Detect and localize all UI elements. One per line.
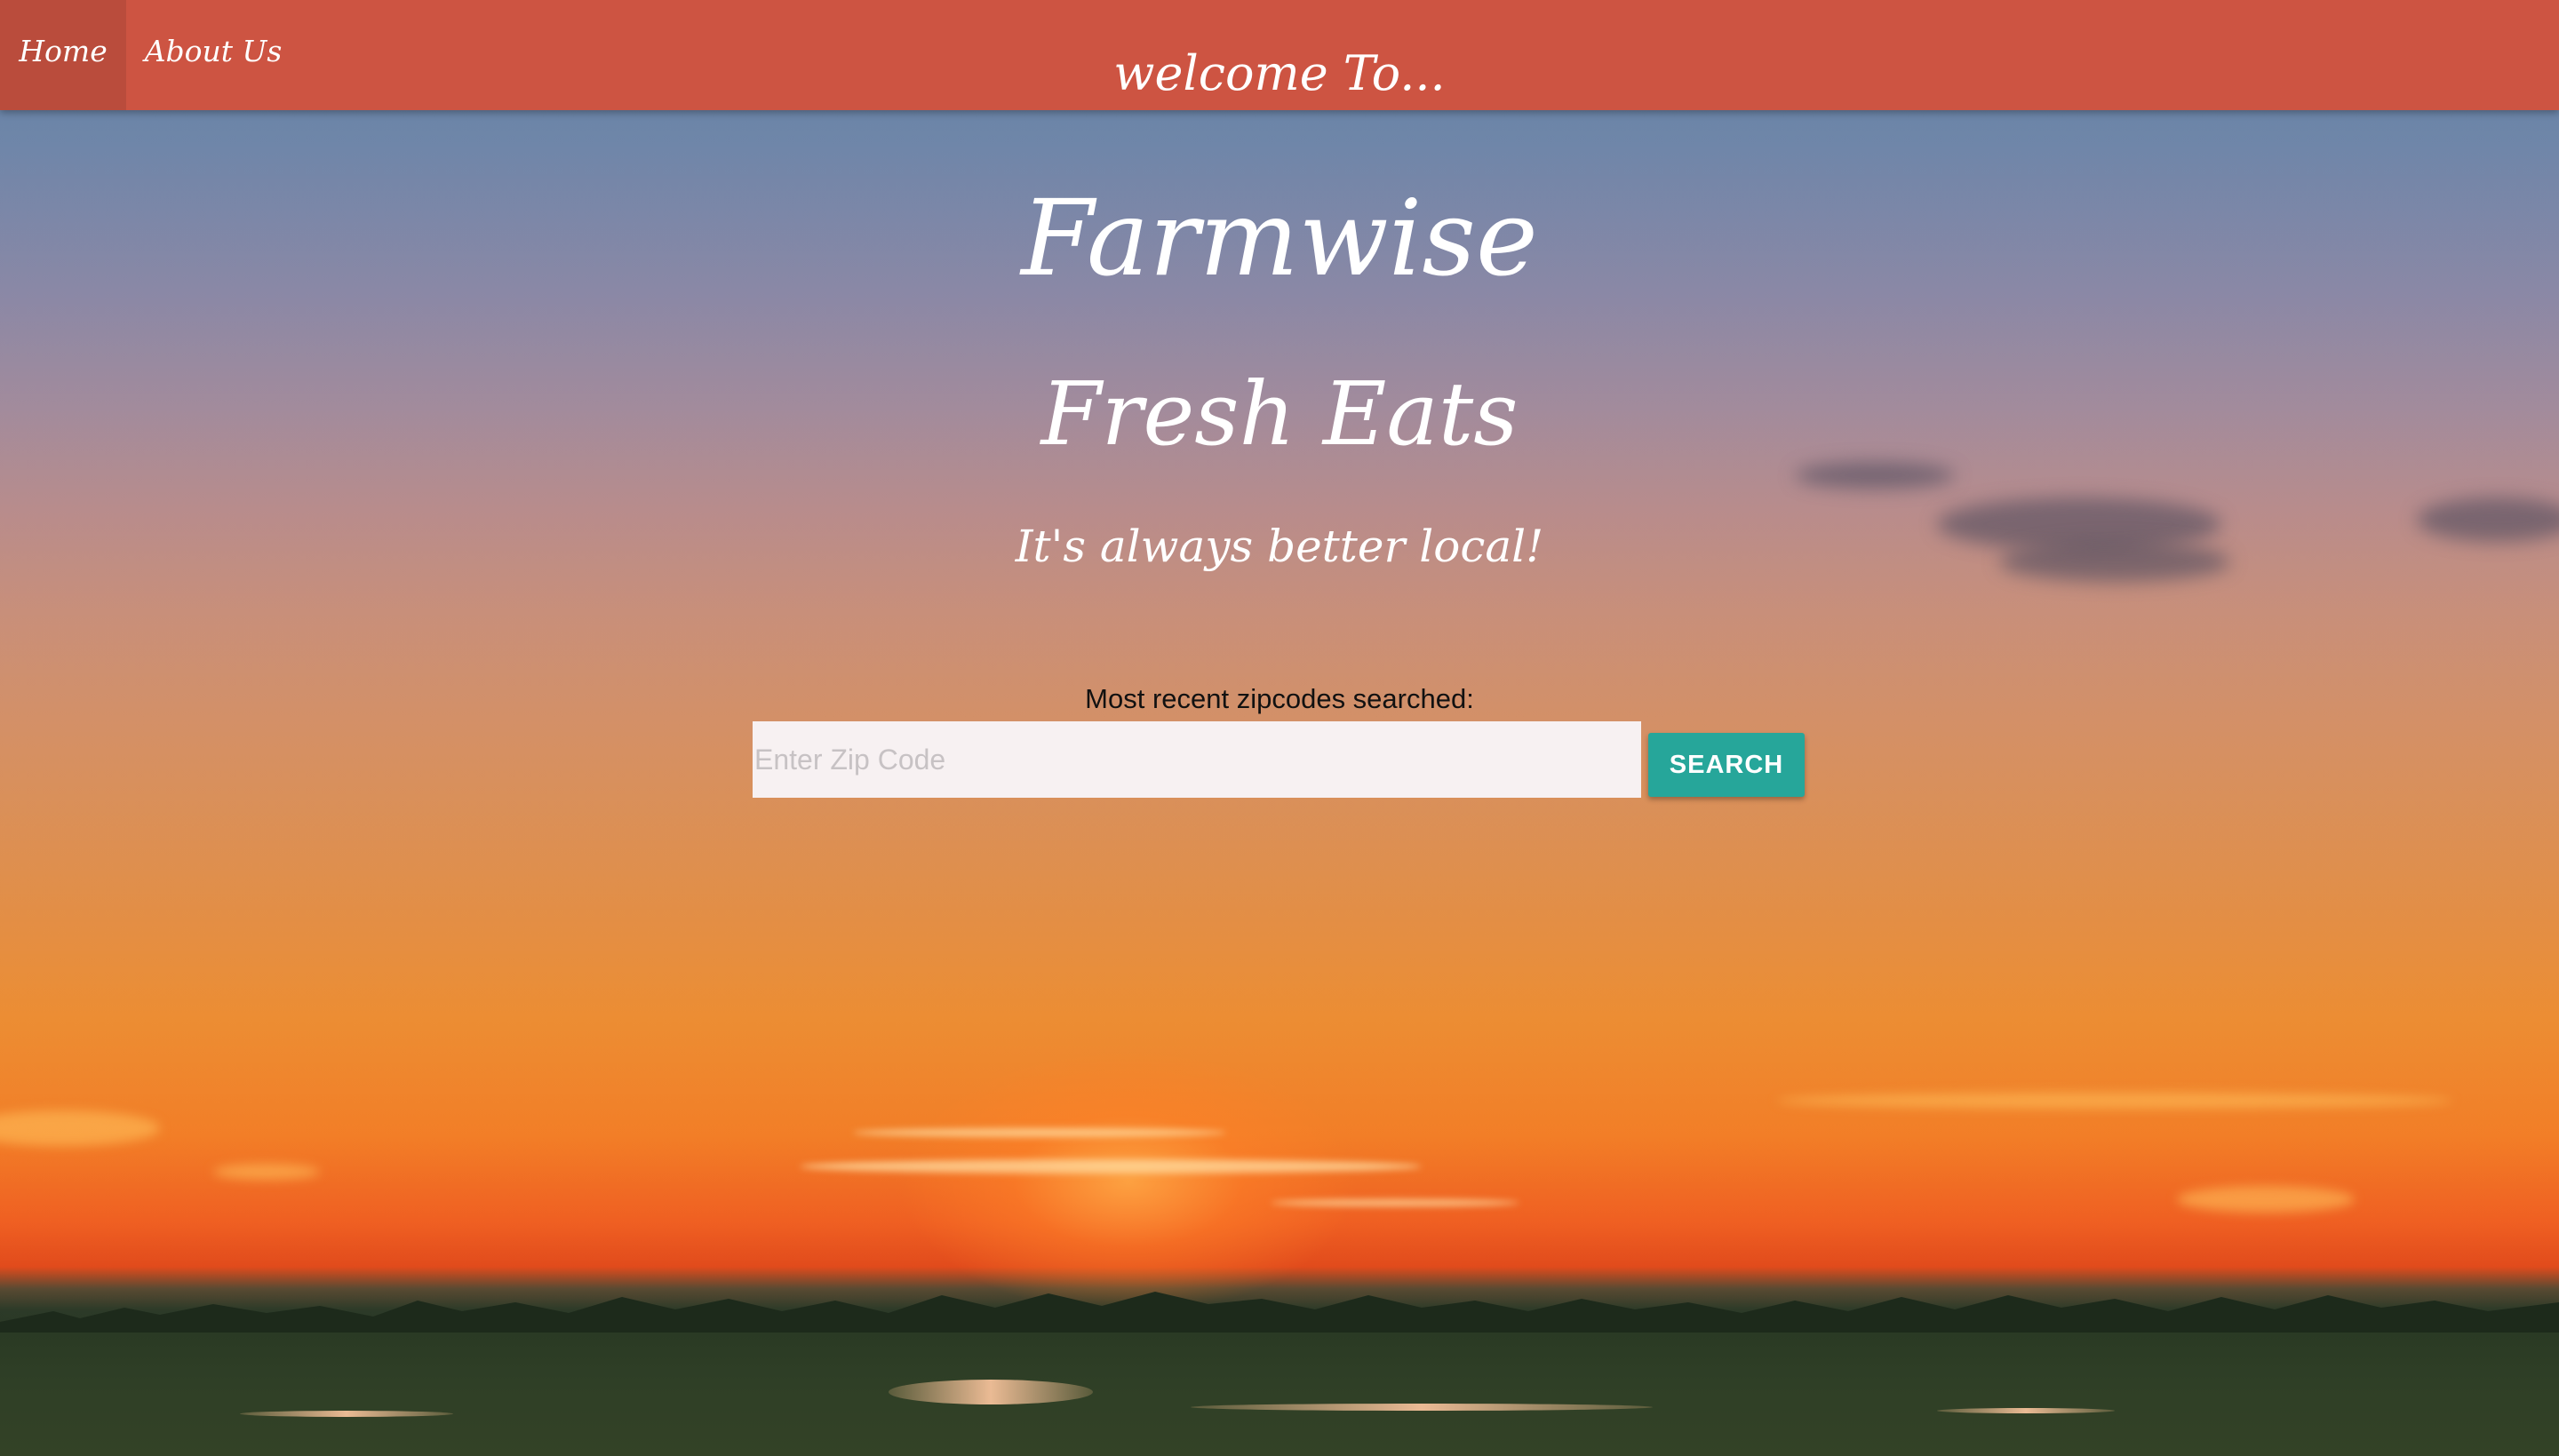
- search-button[interactable]: SEARCH: [1648, 733, 1805, 797]
- navbar-title: welcome To...: [1113, 45, 1446, 101]
- cloud: [1777, 1093, 2452, 1109]
- cloud: [213, 1164, 320, 1180]
- field: [0, 1333, 2559, 1456]
- cloud: [1271, 1199, 1519, 1206]
- pond: [889, 1380, 1093, 1404]
- cloud: [800, 1159, 1422, 1174]
- pond: [1191, 1404, 1653, 1411]
- cloud: [0, 1110, 160, 1146]
- cloud: [2177, 1186, 2355, 1213]
- zip-code-input[interactable]: [753, 721, 1641, 798]
- treeline: [0, 1292, 2559, 1366]
- tagline: It's always better local!: [1015, 521, 1544, 572]
- sun-glow: [897, 1048, 1359, 1315]
- top-navbar: Home About Us welcome To...: [0, 0, 2559, 110]
- cloud: [853, 1128, 1226, 1137]
- recent-zipcodes-label: Most recent zipcodes searched:: [1085, 683, 1474, 714]
- pond: [1937, 1408, 2115, 1413]
- pond: [240, 1411, 453, 1417]
- site-title: Farmwise: [1021, 177, 1538, 299]
- site-subtitle: Fresh Eats: [1040, 364, 1519, 465]
